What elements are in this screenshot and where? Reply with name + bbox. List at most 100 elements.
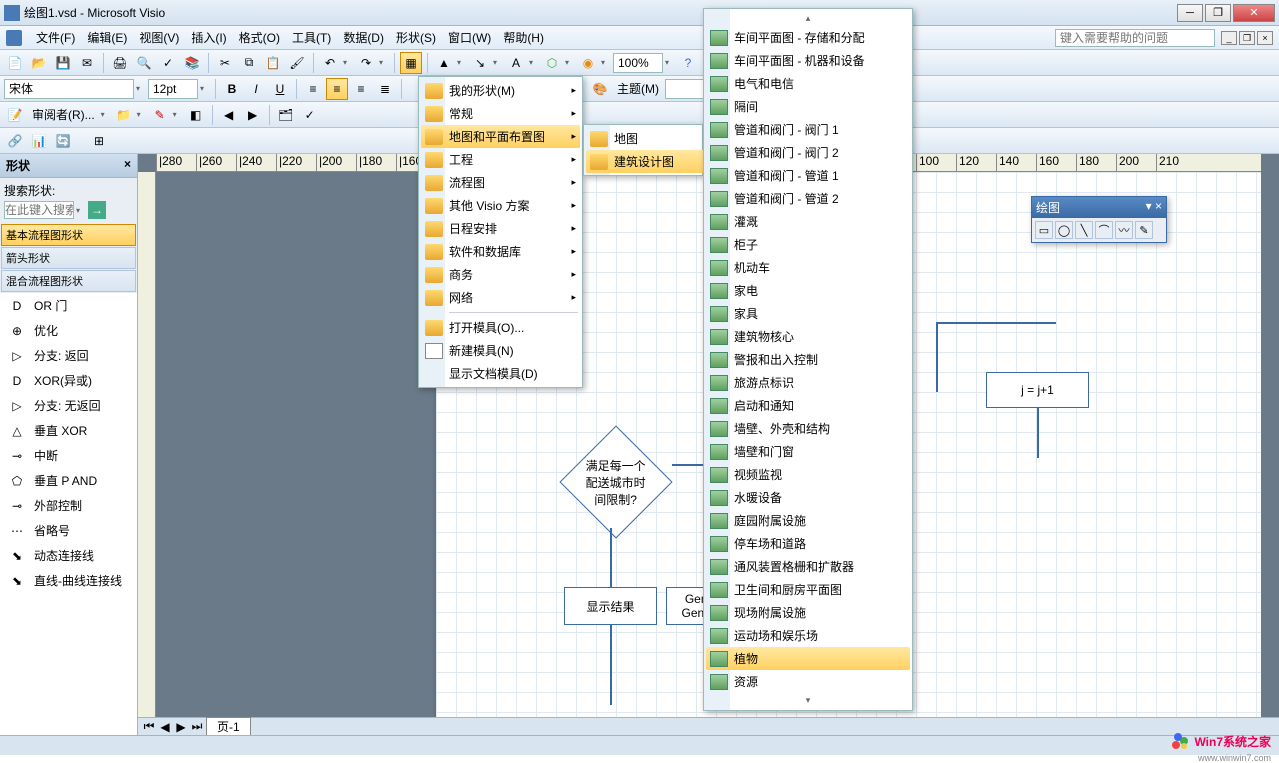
prev-comment-icon[interactable]: ◀ [218, 104, 240, 126]
menu-插入[interactable]: 插入(I) [185, 27, 232, 48]
redo-icon[interactable]: ↷ [355, 52, 377, 74]
review-icon[interactable]: 📝 [4, 104, 26, 126]
data-graphic-icon[interactable]: 📊 [28, 130, 50, 152]
first-page-icon[interactable]: ⏮ [142, 719, 156, 734]
menu-item[interactable]: 打开模具(O)... [421, 316, 580, 339]
fill-tool-icon[interactable]: ◉ [577, 52, 599, 74]
menu-文件[interactable]: 文件(F) [30, 27, 81, 48]
help-icon[interactable]: ? [677, 52, 699, 74]
theme-label[interactable]: 主题(M) [613, 80, 663, 97]
font-select[interactable]: 宋体 [4, 79, 134, 99]
spelling-icon[interactable]: ✓ [157, 52, 179, 74]
preview-icon[interactable]: 🔍 [133, 52, 155, 74]
rectangle-tool-icon[interactable]: ▭ [1035, 221, 1053, 239]
align-justify-icon[interactable]: ≣ [374, 78, 396, 100]
new-icon[interactable]: 📄 [4, 52, 26, 74]
drawing-toolbar[interactable]: 绘图 ▾ × ▭ ◯ ╲ ⌒ 〰 ✎ [1031, 196, 1167, 243]
undo-icon[interactable]: ↶ [319, 52, 341, 74]
menu-item[interactable]: 新建模具(N) [421, 339, 580, 362]
stencil-menu-item[interactable]: 建筑物核心 [706, 325, 910, 348]
stencil-menu-item[interactable]: 机动车 [706, 256, 910, 279]
stencil-menu-item[interactable]: 家具 [706, 302, 910, 325]
format-painter-icon[interactable]: 🖌 [286, 52, 308, 74]
menu-item[interactable]: 网络▸ [421, 286, 580, 309]
minimize-button[interactable]: ─ [1177, 4, 1203, 22]
stencil-menu-item[interactable]: 车间平面图 - 机器和设备 [706, 49, 910, 72]
menu-item[interactable]: 显示文档模具(D) [421, 362, 580, 385]
folder-review-icon[interactable]: 📁 [113, 104, 135, 126]
shape-stencil-item[interactable]: ▷分支: 无返回 [0, 393, 137, 418]
stencil-menu-item[interactable]: 启动和通知 [706, 394, 910, 417]
menu-数据[interactable]: 数据(D) [337, 27, 390, 48]
process-node-result[interactable]: 显示结果 [564, 587, 657, 625]
stencil-menu-item[interactable]: 旅游点标识 [706, 371, 910, 394]
stencil-menu-item[interactable]: 车间平面图 - 存储和分配 [706, 26, 910, 49]
next-comment-icon[interactable]: ▶ [242, 104, 264, 126]
align-center-icon[interactable]: ≡ [326, 78, 348, 100]
menu-编辑[interactable]: 编辑(E) [81, 27, 133, 48]
shape-stencil-item[interactable]: ▷分支: 返回 [0, 343, 137, 368]
stencil-menu-item[interactable]: 家电 [706, 279, 910, 302]
shape-category[interactable]: 混合流程图形状 [1, 270, 136, 292]
scroll-down-icon[interactable]: ▾ [706, 693, 910, 708]
font-size-select[interactable]: 12pt [148, 79, 198, 99]
refresh-icon[interactable]: 🔄 [52, 130, 74, 152]
underline-icon[interactable]: U [269, 78, 291, 100]
open-icon[interactable]: 📂 [28, 52, 50, 74]
research-icon[interactable]: 📚 [181, 52, 203, 74]
stencil-menu-item[interactable]: 现场附属设施 [706, 601, 910, 624]
stencil-menu-item[interactable]: 卫生间和厨房平面图 [706, 578, 910, 601]
ellipse-tool-icon[interactable]: ◯ [1055, 221, 1073, 239]
help-search-input[interactable] [1055, 29, 1215, 47]
stencil-menu-item[interactable]: 柜子 [706, 233, 910, 256]
menu-item[interactable]: 商务▸ [421, 263, 580, 286]
stencil-menu-item[interactable]: 灌溉 [706, 210, 910, 233]
menu-item[interactable]: 我的形状(M)▸ [421, 79, 580, 102]
maximize-button[interactable]: ❐ [1205, 4, 1231, 22]
stencil-menu-item[interactable]: 庭园附属设施 [706, 509, 910, 532]
search-shapes-input[interactable] [4, 201, 74, 219]
menu-item[interactable]: 其他 Visio 方案▸ [421, 194, 580, 217]
shape-stencil-item[interactable]: ⊸外部控制 [0, 493, 137, 518]
menu-item[interactable]: 流程图▸ [421, 171, 580, 194]
theme-icon[interactable]: 🎨 [589, 78, 611, 100]
doc-minimize-button[interactable]: _ [1221, 31, 1237, 45]
menu-格式[interactable]: 格式(O) [233, 27, 286, 48]
stencil-menu-item[interactable]: 资源 [706, 670, 910, 693]
reviewer-label[interactable]: 审阅者(R)... [28, 106, 99, 123]
print-icon[interactable]: 🖨 [109, 52, 131, 74]
align-right-icon[interactable]: ≡ [350, 78, 372, 100]
stencil-menu-item[interactable]: 视频监视 [706, 463, 910, 486]
menu-item[interactable]: 地图▸ [586, 127, 716, 150]
stencil-menu-item[interactable]: 管道和阀门 - 管道 2 [706, 187, 910, 210]
italic-icon[interactable]: I [245, 78, 267, 100]
stencil-menu-item[interactable]: 警报和出入控制 [706, 348, 910, 371]
shape-category[interactable]: 箭头形状 [1, 247, 136, 269]
stencil-menu-item[interactable]: 墙壁和门窗 [706, 440, 910, 463]
scroll-up-icon[interactable]: ▴ [706, 11, 910, 26]
shape-stencil-item[interactable]: ⋯省略号 [0, 518, 137, 543]
cut-icon[interactable]: ✂ [214, 52, 236, 74]
toolbar-options-icon[interactable]: ▾ [1146, 199, 1152, 213]
shapes-window-icon[interactable]: ▦ [400, 52, 422, 74]
stencil-menu-item[interactable]: 墙壁、外壳和结构 [706, 417, 910, 440]
text-tool-icon[interactable]: A [505, 52, 527, 74]
shape-stencil-item[interactable]: DXOR(异或) [0, 368, 137, 393]
decision-node[interactable]: 满足每一个配送城市时间限制? [559, 425, 672, 538]
insert-icon[interactable]: ⊞ [88, 130, 110, 152]
menu-item[interactable]: 常规▸ [421, 102, 580, 125]
shape-stencil-item[interactable]: ⬠垂直 P AND [0, 468, 137, 493]
copy-icon[interactable]: ⧉ [238, 52, 260, 74]
menu-item[interactable]: 软件和数据库▸ [421, 240, 580, 263]
connector-tool-icon[interactable]: ↘ [469, 52, 491, 74]
toolbar-close-icon[interactable]: × [1155, 199, 1162, 213]
menu-视图[interactable]: 视图(V) [133, 27, 185, 48]
menu-item[interactable]: 建筑设计图▸ [586, 150, 716, 173]
last-page-icon[interactable]: ⏭ [190, 719, 204, 734]
doc-restore-button[interactable]: ❐ [1239, 31, 1255, 45]
align-left-icon[interactable]: ≡ [302, 78, 324, 100]
arc-tool-icon[interactable]: ⌒ [1095, 221, 1113, 239]
menu-窗口[interactable]: 窗口(W) [442, 27, 497, 48]
stencil-menu-item[interactable]: 通风装置格栅和扩散器 [706, 555, 910, 578]
search-go-button[interactable]: → [88, 201, 106, 219]
